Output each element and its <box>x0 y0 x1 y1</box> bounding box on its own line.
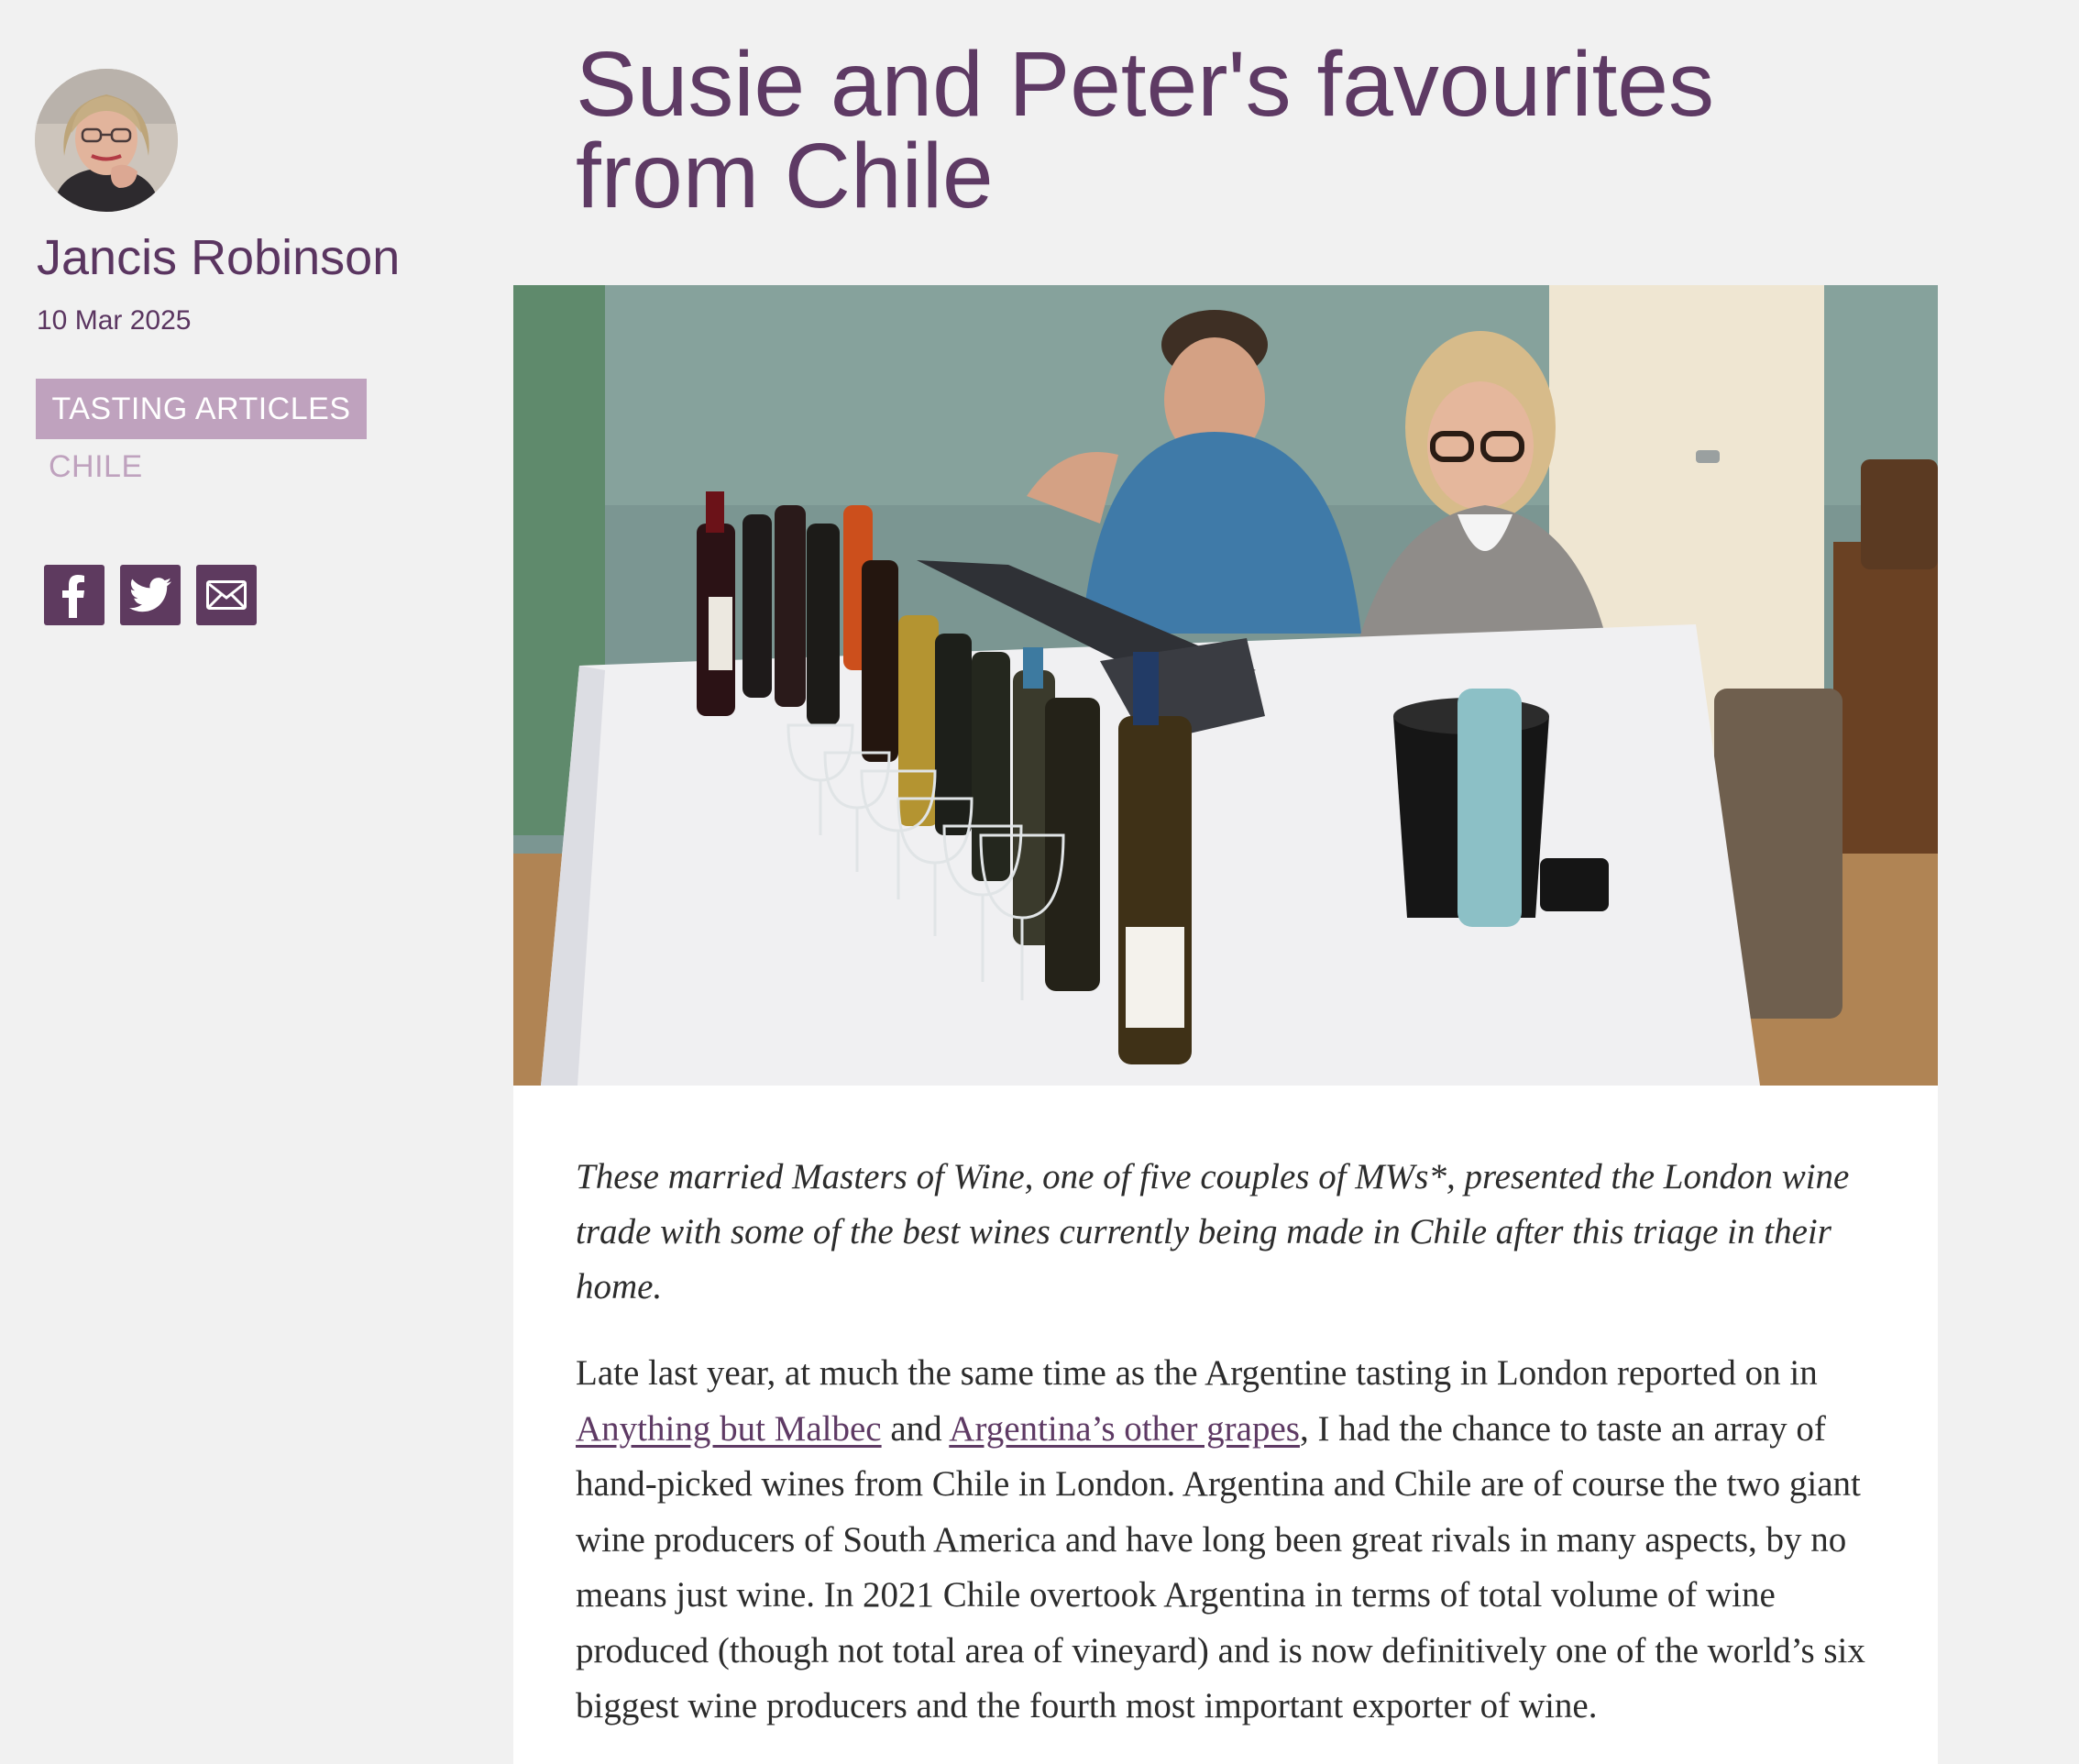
paragraph-intro: Late last year, at much the same time as… <box>576 1353 1818 1393</box>
tag-chile[interactable]: CHILE <box>49 449 143 485</box>
email-icon <box>206 580 247 610</box>
facebook-share-button[interactable] <box>44 565 104 625</box>
email-share-button[interactable] <box>196 565 257 625</box>
post-date: 10 Mar 2025 <box>37 305 192 336</box>
article-hero-image <box>513 285 1938 1086</box>
paragraph-rest: , I had the chance to taste an array of … <box>576 1408 1865 1726</box>
article-title: Susie and Peter's favourites from Chile <box>576 33 1714 227</box>
tag-tasting-articles[interactable]: TASTING ARTICLES <box>36 379 367 439</box>
facebook-icon <box>62 575 84 618</box>
article-paragraph: Late last year, at much the same time as… <box>576 1346 1886 1735</box>
paragraph-and: and <box>890 1408 942 1449</box>
twitter-icon <box>129 578 171 612</box>
article-standfirst: These married Masters of Wine, one of fi… <box>576 1157 1850 1306</box>
author-avatar[interactable] <box>35 69 178 212</box>
twitter-share-button[interactable] <box>120 565 181 625</box>
author-name[interactable]: Jancis Robinson <box>37 229 400 286</box>
article-body: These married Masters of Wine, one of fi… <box>513 1086 1938 1764</box>
link-anything-but-malbec[interactable]: Anything but Malbec <box>576 1409 882 1449</box>
link-argentinas-other-grapes[interactable]: Argentina’s other grapes <box>949 1409 1300 1449</box>
share-buttons <box>44 565 257 625</box>
